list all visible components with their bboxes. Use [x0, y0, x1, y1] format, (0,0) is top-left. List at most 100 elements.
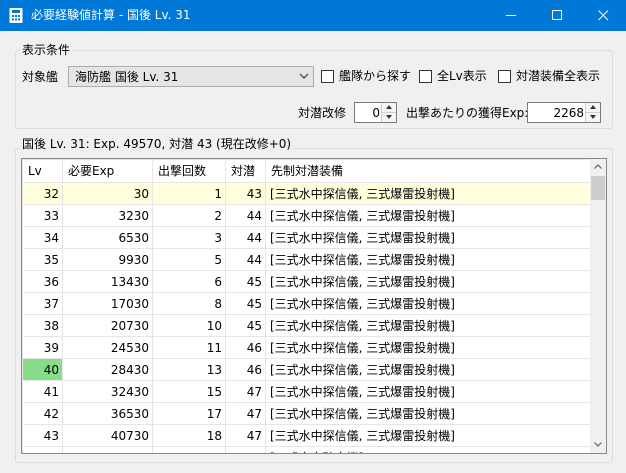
table-row[interactable]: 40 28430 13 46 [三式水中探信儀, 三式爆雷投射機]: [22, 358, 591, 381]
maximize-button[interactable]: [534, 0, 580, 31]
scroll-up-button[interactable]: [590, 159, 606, 175]
table-row[interactable]: 32 30 1 43 [三式水中探信儀, 三式爆雷投射機]: [22, 182, 591, 205]
exp-per-sortie-label: 出撃あたりの獲得Exp:: [406, 106, 529, 120]
cell-exp: 30: [62, 182, 153, 205]
exp-per-sortie-stepper-buttons: [585, 103, 600, 122]
cell-equip: [三式水中探信儀, 三式爆雷投射機]: [265, 204, 591, 227]
cell-equip: [三式水中探信儀, 三式爆雷投射機]: [265, 336, 591, 359]
minimize-button[interactable]: [488, 0, 534, 31]
scroll-thumb[interactable]: [591, 176, 605, 200]
cell-lv: 34: [22, 226, 63, 249]
column-header-exp[interactable]: 必要Exp: [62, 159, 153, 183]
close-icon: [598, 10, 609, 21]
caret-up-icon: [386, 105, 392, 109]
asw-mod-decrement-button[interactable]: [382, 113, 396, 122]
cell-equip: [三式水中探信儀, 三式爆雷投射機]: [265, 424, 591, 447]
conditions-legend: 表示条件: [20, 43, 73, 57]
app-window: 必要経験値計算 - 国後 Lv. 31 表示条件 対象艦 海防艦 国後 Lv. …: [0, 0, 626, 473]
column-header-equip[interactable]: 先制対潜装備: [265, 159, 591, 183]
asw-mod-label: 対潜改修: [298, 106, 347, 120]
cell-asw: 47: [225, 424, 266, 447]
title-bar[interactable]: 必要経験値計算 - 国後 Lv. 31: [0, 0, 626, 31]
cell-equip: [三式水中探信儀, 三式爆雷投射機]: [265, 226, 591, 249]
cell-exp: 17030: [62, 292, 153, 315]
asw-mod-stepper[interactable]: 0: [354, 102, 397, 123]
cell-asw: 44: [225, 204, 266, 227]
cell-asw: 45: [225, 314, 266, 337]
column-header-asw[interactable]: 対潜: [225, 159, 266, 183]
checkbox-box[interactable]: [419, 70, 432, 83]
exp-table[interactable]: Lv 必要Exp 出撃回数 対潜 先制対潜装備 32 30 1 43 [三式水中探信儀,…: [21, 158, 607, 454]
table-row[interactable]: 33 3230 2 44 [三式水中探信儀, 三式爆雷投射機]: [22, 204, 591, 227]
checkbox-box[interactable]: [321, 70, 334, 83]
caret-down-icon: [386, 115, 392, 119]
cell-sorties: 1: [152, 182, 226, 205]
chevron-up-icon: [594, 164, 602, 169]
table-row[interactable]: 44450302048[四式水中聴音機]: [22, 446, 591, 453]
cell-asw: 45: [225, 292, 266, 315]
table-row[interactable]: 35 9930 5 44 [三式水中探信儀, 三式爆雷投射機]: [22, 248, 591, 271]
exp-per-sortie-value[interactable]: 2268: [553, 106, 584, 120]
close-button[interactable]: [580, 0, 626, 31]
cell-sorties: 5: [152, 248, 226, 271]
cell-lv: 36: [22, 270, 63, 293]
table-row[interactable]: 36 13430 6 45 [三式水中探信儀, 三式爆雷投射機]: [22, 270, 591, 293]
cell-sorties: 18: [152, 424, 226, 447]
table-row[interactable]: 42 36530 17 47 [三式水中探信儀, 三式爆雷投射機]: [22, 402, 591, 425]
cell-sorties: 13: [152, 358, 226, 381]
cell-lv: 44: [22, 446, 63, 453]
chevron-down-icon: [594, 442, 602, 447]
cell-exp: 6530: [62, 226, 153, 249]
cell-exp: 13430: [62, 270, 153, 293]
cell-equip: [四式水中聴音機]: [265, 446, 591, 453]
cell-lv: 39: [22, 336, 63, 359]
fleet-search-checkbox[interactable]: 艦隊から探す: [321, 68, 412, 84]
cell-asw: 44: [225, 226, 266, 249]
cell-sorties: 8: [152, 292, 226, 315]
cell-lv: 40: [22, 358, 63, 381]
vertical-scrollbar[interactable]: [590, 159, 606, 453]
cell-asw: 44: [225, 248, 266, 271]
cell-exp: 24530: [62, 336, 153, 359]
cell-lv: 32: [22, 182, 63, 205]
all-asw-equip-label: 対潜装備全表示: [516, 69, 601, 83]
ship-label: 対象艦: [22, 70, 59, 84]
table-row[interactable]: 34 6530 3 44 [三式水中探信儀, 三式爆雷投射機]: [22, 226, 591, 249]
table-row[interactable]: 41 32430 15 47 [三式水中探信儀, 三式爆雷投射機]: [22, 380, 591, 403]
column-header-sorties[interactable]: 出撃回数: [152, 159, 226, 183]
cell-equip: [三式水中探信儀, 三式爆雷投射機]: [265, 314, 591, 337]
chevron-down-icon: [299, 73, 309, 79]
exp-increment-button[interactable]: [586, 103, 600, 113]
cell-lv: 43: [22, 424, 63, 447]
cell-exp: 40730: [62, 424, 153, 447]
cell-equip: [三式水中探信儀, 三式爆雷投射機]: [265, 402, 591, 425]
cell-exp: 45030: [62, 446, 153, 453]
table-row[interactable]: 39 24530 11 46 [三式水中探信儀, 三式爆雷投射機]: [22, 336, 591, 359]
fleet-search-label: 艦隊から探す: [339, 69, 412, 83]
cell-sorties: 15: [152, 380, 226, 403]
table-row[interactable]: 38 20730 10 45 [三式水中探信儀, 三式爆雷投射機]: [22, 314, 591, 337]
maximize-icon: [552, 10, 562, 20]
caret-up-icon: [590, 105, 596, 109]
exp-per-sortie-stepper[interactable]: 2268: [527, 102, 601, 123]
ship-select[interactable]: 海防艦 国後 Lv. 31: [68, 66, 314, 87]
table-row[interactable]: 43 40730 18 47 [三式水中探信儀, 三式爆雷投射機]: [22, 424, 591, 447]
cell-sorties: 6: [152, 270, 226, 293]
table-row[interactable]: 37 17030 8 45 [三式水中探信儀, 三式爆雷投射機]: [22, 292, 591, 315]
checkbox-box[interactable]: [498, 70, 511, 83]
scroll-down-button[interactable]: [590, 437, 606, 453]
cell-exp: 28430: [62, 358, 153, 381]
cell-sorties: 11: [152, 336, 226, 359]
asw-mod-increment-button[interactable]: [382, 103, 396, 113]
column-header-lv[interactable]: Lv: [22, 159, 63, 183]
cell-equip: [三式水中探信儀, 三式爆雷投射機]: [265, 182, 591, 205]
cell-exp: 9930: [62, 248, 153, 271]
exp-decrement-button[interactable]: [586, 113, 600, 122]
asw-mod-value[interactable]: 0: [372, 106, 380, 120]
cell-exp: 3230: [62, 204, 153, 227]
cell-lv: 38: [22, 314, 63, 337]
all-asw-equip-checkbox[interactable]: 対潜装備全表示: [498, 68, 602, 84]
all-lv-checkbox[interactable]: 全Lv表示: [419, 68, 487, 84]
cell-asw: 45: [225, 270, 266, 293]
cell-equip: [三式水中探信儀, 三式爆雷投射機]: [265, 358, 591, 381]
